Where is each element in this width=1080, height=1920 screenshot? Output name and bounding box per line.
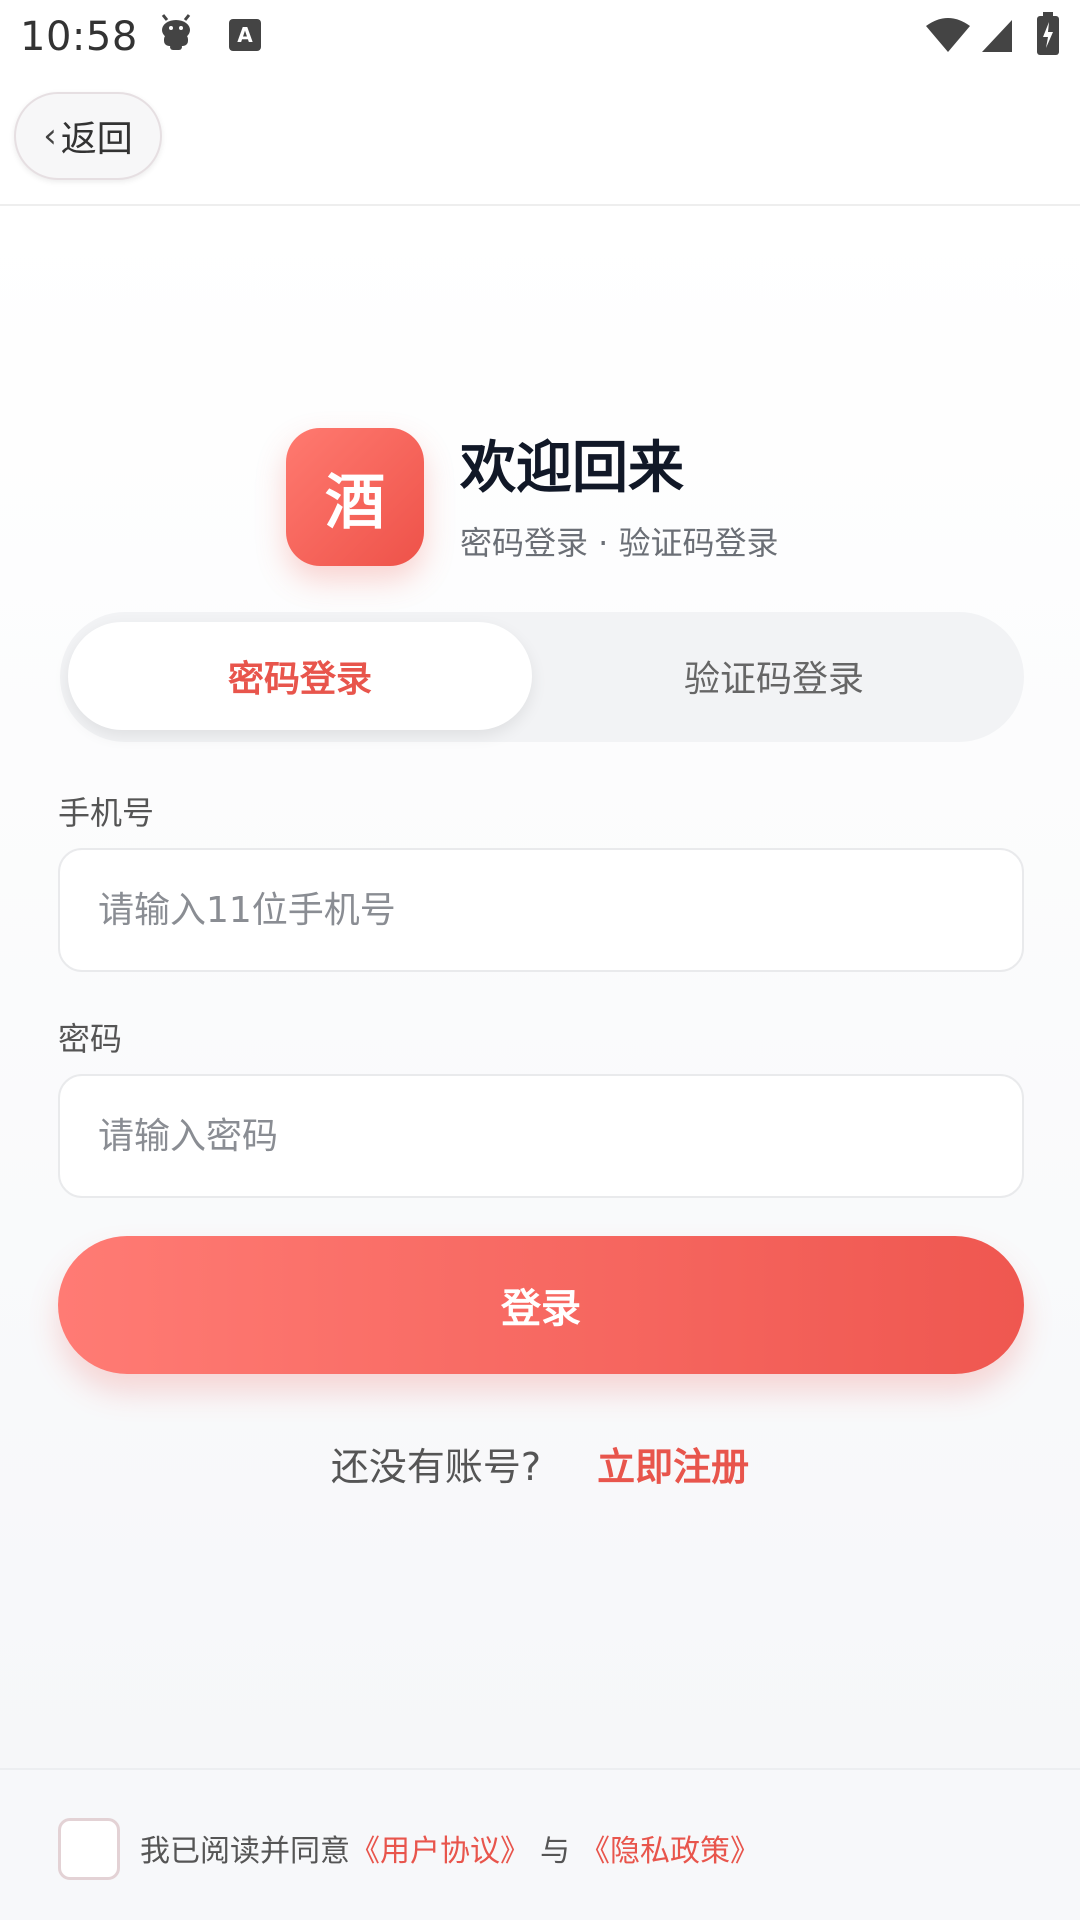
agreement-and: 与 <box>540 1834 570 1869</box>
android-debug-icon <box>158 14 194 58</box>
tab-code-login[interactable]: 验证码登录 <box>532 622 1016 730</box>
cell-signal-icon <box>980 18 1014 58</box>
login-button[interactable]: 登录 <box>58 1236 1024 1374</box>
svg-text:A: A <box>237 23 253 47</box>
agreement-footer: 我已阅读并同意 《用户协议》 与 《隐私政策》 <box>0 1768 1080 1920</box>
back-button[interactable]: ‹ 返回 <box>14 92 162 180</box>
agreement-checkbox[interactable] <box>58 1818 120 1880</box>
back-label: 返回 <box>60 119 133 160</box>
agreement-text: 我已阅读并同意 《用户协议》 与 《隐私政策》 <box>140 1826 760 1870</box>
nav-bar: ‹ 返回 <box>0 76 1080 206</box>
login-content: 酒 欢迎回来 密码登录 · 验证码登录 密码登录 验证码登录 手机号 密码 登录… <box>0 208 1080 1768</box>
page-title: 欢迎回来 <box>460 436 684 501</box>
privacy-policy-link[interactable]: 《隐私政策》 <box>580 1826 760 1870</box>
phone-label: 手机号 <box>58 794 155 832</box>
tab-password-login[interactable]: 密码登录 <box>68 622 532 730</box>
app-logo: 酒 <box>286 428 424 566</box>
register-link[interactable]: 立即注册 <box>597 1436 749 1491</box>
user-agreement-link[interactable]: 《用户协议》 <box>350 1826 530 1870</box>
page-subtitle: 密码登录 · 验证码登录 <box>460 524 779 562</box>
brand-header: 酒 欢迎回来 密码登录 · 验证码登录 <box>286 428 779 566</box>
status-bar: 10:58 A <box>0 0 1080 76</box>
wifi-icon <box>924 16 972 58</box>
register-question: 还没有账号? <box>330 1445 542 1489</box>
chevron-left-icon: ‹ <box>43 116 57 156</box>
agreement-prefix: 我已阅读并同意 <box>140 1834 350 1869</box>
password-label: 密码 <box>58 1020 123 1058</box>
phone-input[interactable] <box>58 848 1024 972</box>
brand-text: 欢迎回来 密码登录 · 验证码登录 <box>460 434 779 564</box>
login-mode-tabs: 密码登录 验证码登录 <box>60 612 1024 742</box>
password-input[interactable] <box>58 1074 1024 1198</box>
battery-charging-icon <box>1036 12 1060 60</box>
register-row: 还没有账号? 立即注册 <box>0 1436 1080 1491</box>
status-time: 10:58 <box>20 14 138 60</box>
keyboard-a-icon: A <box>228 18 262 56</box>
